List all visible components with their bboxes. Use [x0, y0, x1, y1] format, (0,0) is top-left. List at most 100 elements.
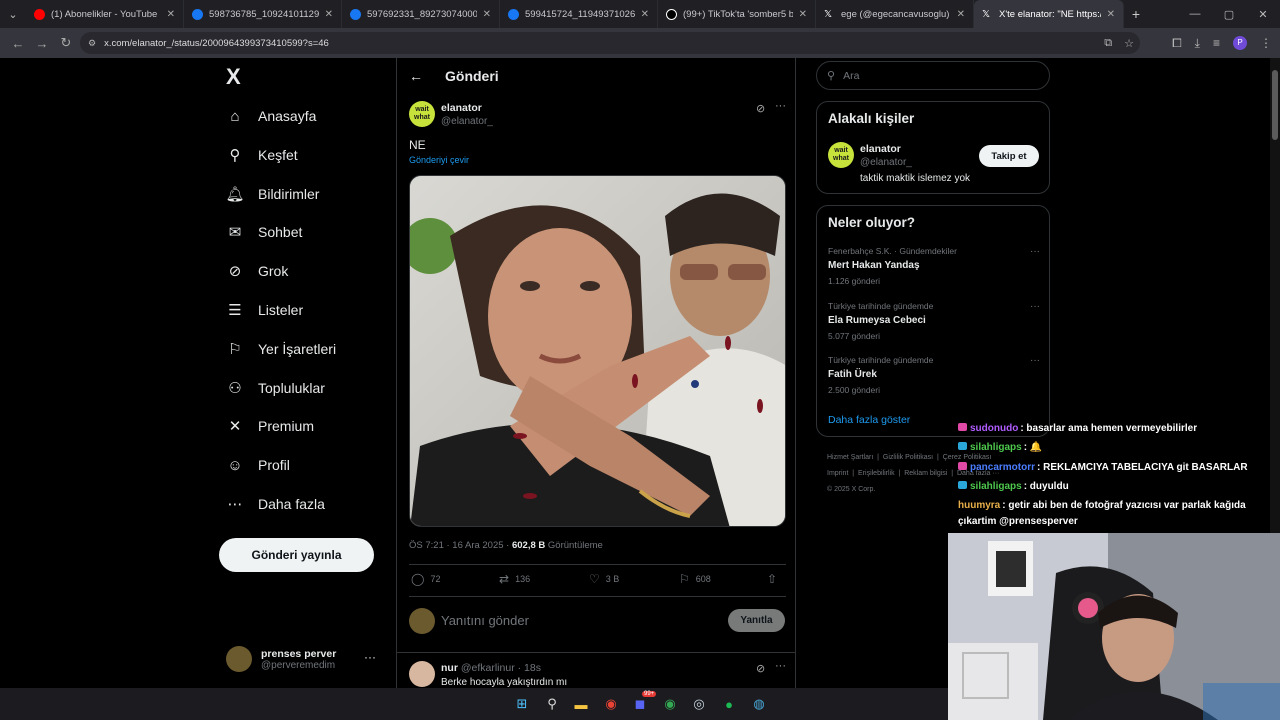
back-arrow-icon[interactable]: ← — [409, 68, 429, 84]
post-button[interactable]: Gönderi yayınla — [219, 538, 374, 572]
chat-user: sudonudo — [970, 423, 1019, 434]
tweet-meta: ÖS 7:21 · 16 Ara 2025 · 602,8 B Görüntül… — [409, 540, 603, 551]
windows-icon[interactable]: ⊞ — [513, 695, 531, 713]
footer-link[interactable]: Imprint — [827, 470, 848, 477]
browser-tab[interactable]: 597692331_892730740001645 ✕ — [342, 0, 500, 28]
browser-tab[interactable]: 𝕏ege (@egecancavusoglu) / X ✕ — [816, 0, 974, 28]
more-icon[interactable]: ··· — [1030, 246, 1040, 257]
globe-icon[interactable]: ◍ — [750, 695, 768, 713]
more-icon[interactable]: ··· — [1030, 301, 1040, 312]
reply-button[interactable]: ◯ 72 — [411, 572, 440, 586]
close-window-icon[interactable]: ✕ — [1246, 8, 1280, 21]
bookmark-button[interactable]: ⚐ 608 — [679, 572, 711, 586]
related-handle[interactable]: @elanator_ — [860, 157, 912, 168]
grok-icon[interactable]: ⊘ — [756, 662, 765, 675]
author-handle[interactable]: @elanator_ — [441, 116, 493, 127]
footer-link[interactable]: Erişilebilirlik — [858, 470, 895, 477]
nav-chat[interactable]: ✉ Sohbet — [226, 217, 303, 247]
nav-grok[interactable]: ⊘ Grok — [226, 256, 289, 286]
avatar[interactable] — [409, 661, 435, 687]
bookmark-star-icon[interactable]: ☆ — [1124, 37, 1134, 50]
trend-item[interactable]: Türkiye tarihinde gündemde Ela Rumeysa C… — [828, 301, 1040, 341]
address-bar[interactable]: ⚙ x.com/elanator_/status/200096439937341… — [80, 32, 1140, 54]
avatar[interactable]: wait what — [828, 142, 854, 168]
footer-link[interactable]: Hizmet Şartları — [827, 454, 873, 461]
share-button[interactable]: ⇧ — [767, 572, 777, 586]
close-icon[interactable]: ✕ — [483, 9, 491, 20]
author-name[interactable]: elanator — [441, 102, 482, 114]
show-more-link[interactable]: Daha fazla göster — [828, 414, 910, 426]
tab-search-icon[interactable]: ⌄ — [0, 0, 26, 28]
tweet-photo[interactable] — [409, 175, 786, 527]
comment-author[interactable]: nur @efkarlinur · 18s — [441, 662, 541, 674]
new-tab-button[interactable]: + — [1124, 6, 1148, 22]
browser-tab[interactable]: 598736785_1092410112963637 ✕ — [184, 0, 342, 28]
nav-explore[interactable]: ⚲ Keşfet — [226, 140, 298, 170]
more-icon[interactable]: ··· — [775, 660, 786, 672]
discord-icon[interactable]: ◼ — [631, 695, 649, 713]
search-icon[interactable]: ⚲ — [543, 695, 561, 713]
related-name[interactable]: elanator — [860, 143, 901, 155]
more-icon[interactable]: ··· — [364, 650, 376, 664]
install-icon[interactable]: ⧉ — [1104, 37, 1112, 50]
forward-icon[interactable]: → — [30, 36, 54, 51]
scroll-thumb[interactable] — [1272, 70, 1278, 140]
spotify-icon[interactable]: ● — [720, 695, 738, 713]
site-info-icon[interactable]: ⚙ — [88, 38, 96, 49]
close-icon[interactable]: ✕ — [325, 9, 333, 20]
account-switcher[interactable]: prenses perver @perveremedim ··· — [226, 644, 386, 674]
close-icon[interactable]: ✕ — [167, 9, 175, 20]
minimize-icon[interactable]: — — [1178, 8, 1212, 20]
like-button[interactable]: ♡ 3 B — [589, 572, 619, 586]
nav-more[interactable]: ⋯ Daha fazla — [226, 489, 325, 519]
nav-premium[interactable]: ✕ Premium — [226, 411, 314, 441]
chrome-icon[interactable]: ◉ — [661, 695, 679, 713]
back-icon[interactable]: ← — [6, 36, 30, 51]
reply-input[interactable]: Yanıtını gönder — [441, 613, 529, 628]
file-explorer-icon[interactable]: ▬ — [572, 695, 590, 713]
tweet-timestamp[interactable]: ÖS 7:21 · 16 Ara 2025 · — [409, 540, 512, 551]
browser-tab[interactable]: (99+) TikTok'ta 'somber5 big5' i ✕ — [658, 0, 816, 28]
more-icon[interactable]: ··· — [775, 100, 786, 112]
download-icon[interactable]: ⤓ — [1195, 36, 1200, 51]
page-scrollbar[interactable] — [1270, 58, 1280, 533]
trend-title: Fatih Ürek — [828, 369, 877, 380]
avatar[interactable]: wait what — [409, 101, 435, 127]
close-icon[interactable]: ✕ — [1107, 9, 1115, 20]
search-input[interactable]: ⚲ Ara — [816, 61, 1050, 90]
close-icon[interactable]: ✕ — [799, 9, 807, 20]
x-logo-icon[interactable]: X — [226, 64, 241, 90]
trend-item[interactable]: Fenerbahçe S.K. · Gündemdekiler Mert Hak… — [828, 246, 1040, 286]
nav-profile[interactable]: ☺ Profil — [226, 450, 290, 480]
close-icon[interactable]: ✕ — [641, 9, 649, 20]
footer-link[interactable]: Çerez Politikası — [943, 454, 992, 461]
chrome-icon[interactable]: ◉ — [602, 695, 620, 713]
follow-button[interactable]: Takip et — [979, 145, 1039, 167]
tiktok-icon — [666, 8, 677, 20]
maximize-icon[interactable]: ▢ — [1212, 8, 1246, 21]
footer-link[interactable]: Gizlilik Politikası — [883, 454, 933, 461]
retweet-button[interactable]: ⇄ 136 — [499, 572, 530, 586]
footer-link[interactable]: Reklam bilgisi — [904, 470, 947, 477]
media-icon[interactable]: ≡ — [1213, 36, 1220, 50]
translate-link[interactable]: Gönderiyi çevir — [409, 155, 469, 165]
more-icon[interactable]: ··· — [1030, 355, 1040, 366]
grok-icon[interactable]: ⊘ — [756, 102, 765, 115]
trend-item[interactable]: Türkiye tarihinde gündemde Fatih Ürek 2.… — [828, 355, 1040, 395]
reply-submit-button[interactable]: Yanıtla — [728, 609, 785, 632]
browser-tab-active[interactable]: 𝕏 X'te elanator: "NE https://t.co/i ✕ — [974, 0, 1124, 28]
browser-tab[interactable]: (1) Abonelikler - YouTube ✕ — [26, 0, 184, 28]
kebab-menu-icon[interactable]: ⋮ — [1260, 36, 1272, 50]
extensions-icon[interactable]: ⧠ — [1172, 36, 1182, 51]
profile-avatar-icon[interactable]: P — [1233, 36, 1247, 50]
nav-bookmarks[interactable]: ⚐ Yer İşaretleri — [226, 334, 336, 364]
nav-home[interactable]: ⌂ Anasayfa — [226, 101, 316, 131]
nav-notifications[interactable]: 🔔︎ Bildirimler — [225, 179, 319, 209]
browser-tab[interactable]: 599415724_1194937102604271 ✕ — [500, 0, 658, 28]
retweet-count: 136 — [515, 574, 531, 584]
nav-communities[interactable]: ⚇ Topluluklar — [226, 373, 325, 403]
nav-lists[interactable]: ☰ Listeler — [226, 295, 303, 325]
steam-icon[interactable]: ◎ — [690, 695, 708, 713]
reload-icon[interactable]: ↻ — [54, 35, 78, 51]
close-icon[interactable]: ✕ — [957, 9, 965, 20]
